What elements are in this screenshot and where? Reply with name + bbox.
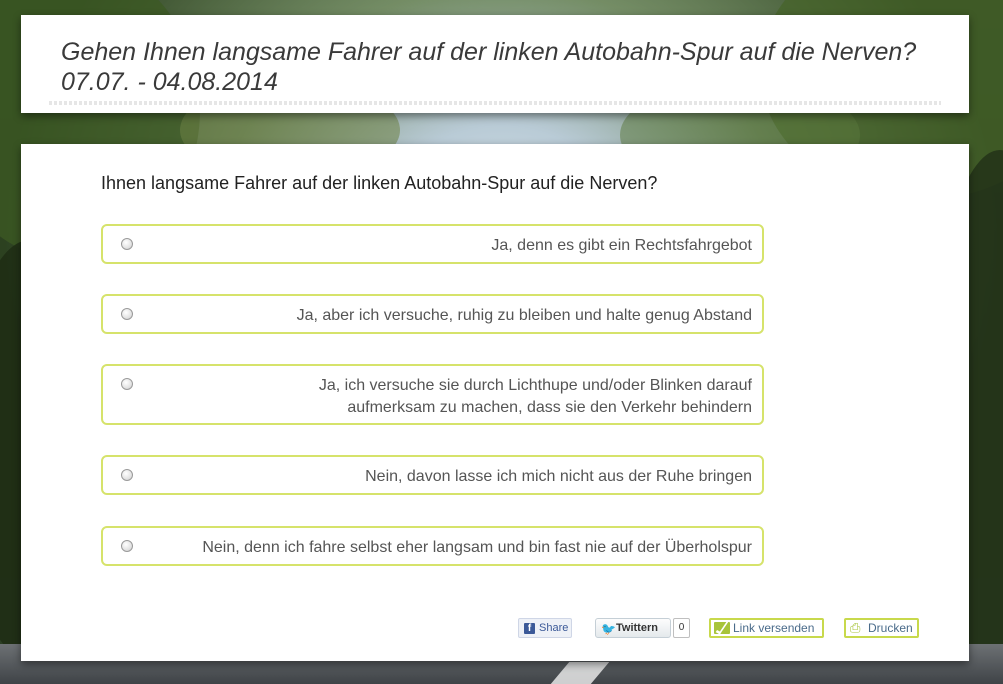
send-link-label: Link versenden [733, 621, 815, 635]
poll-option-label: Nein, davon lasse ich mich nicht aus der… [365, 468, 752, 485]
send-link-button[interactable]: Link versenden [709, 618, 824, 638]
poll-option-4[interactable]: Nein, davon lasse ich mich nicht aus der… [101, 455, 764, 495]
poll-option-2[interactable]: Ja, aber ich versuche, ruhig zu bleiben … [101, 294, 764, 334]
facebook-share-button[interactable]: f Share [518, 618, 572, 638]
poll-title: Gehen Ihnen langsame Fahrer auf der link… [61, 38, 917, 66]
print-button[interactable]: ⎙ Drucken [844, 618, 919, 638]
radio-button[interactable] [121, 469, 133, 481]
facebook-share-label: Share [539, 622, 569, 634]
title-panel: Gehen Ihnen langsame Fahrer auf der link… [21, 15, 969, 113]
twitter-bird-icon: 🐦 [601, 622, 616, 636]
poll-option-label: Ja, denn es gibt ein Rechtsfahrgebot [491, 237, 752, 254]
poll-option-1[interactable]: Ja, denn es gibt ein Rechtsfahrgebot [101, 224, 764, 264]
poll-panel: Ihnen langsame Fahrer auf der linken Aut… [21, 144, 969, 661]
poll-option-label: Ja, ich versuche sie durch Lichthupe und… [318, 377, 752, 416]
road-marking [550, 662, 610, 684]
poll-date-range: 07.07. - 04.08.2014 [61, 68, 278, 96]
title-divider [49, 101, 941, 105]
envelope-icon [714, 622, 730, 634]
page-title: Gehen Ihnen langsame Fahrer auf der link… [61, 37, 961, 97]
poll-option-label: Ja, aber ich versuche, ruhig zu bleiben … [296, 307, 752, 324]
twitter-share-label: Twittern [616, 622, 658, 634]
poll-option-3[interactable]: Ja, ich versuche sie durch Lichthupe und… [101, 364, 764, 425]
poll-question: Ihnen langsame Fahrer auf der linken Aut… [101, 173, 658, 193]
twitter-count-badge: 0 [673, 618, 690, 638]
print-label: Drucken [868, 621, 913, 635]
twitter-share-button[interactable]: 🐦 Twittern [595, 618, 671, 638]
radio-button[interactable] [121, 378, 133, 390]
printer-icon: ⎙ [850, 620, 861, 635]
poll-option-5[interactable]: Nein, denn ich fahre selbst eher langsam… [101, 526, 764, 566]
facebook-icon: f [524, 623, 535, 634]
poll-option-label: Nein, denn ich fahre selbst eher langsam… [202, 539, 752, 556]
radio-button[interactable] [121, 540, 133, 552]
radio-button[interactable] [121, 308, 133, 320]
radio-button[interactable] [121, 238, 133, 250]
